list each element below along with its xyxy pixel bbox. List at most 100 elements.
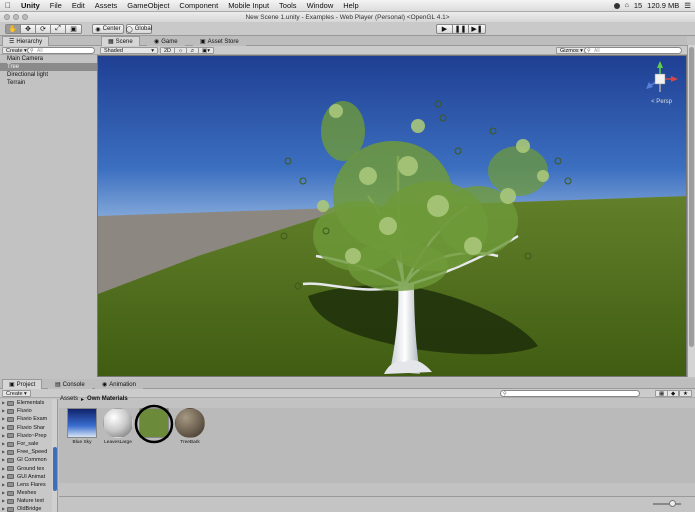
hierarchy-toolbar: Create ▾ ⚲ All <box>0 46 97 55</box>
breadcrumb-assets[interactable]: Assets <box>60 396 78 403</box>
menu-edit[interactable]: Edit <box>67 1 90 10</box>
rect-tool-button[interactable]: ▣ <box>66 25 81 33</box>
shading-mode-dropdown[interactable]: Shaded ▾ <box>100 47 158 54</box>
folder-item[interactable]: ▶ Fluvio Shar <box>0 424 57 432</box>
expand-arrow-icon[interactable]: ▶ <box>2 415 6 423</box>
hierarchy-create-label: Create <box>6 47 23 54</box>
hierarchy-item-tree[interactable]: Tree <box>0 63 97 71</box>
tree-scrollbar[interactable] <box>52 399 57 512</box>
expand-arrow-icon[interactable]: ▶ <box>2 440 6 448</box>
thumbnail-size-slider[interactable] <box>653 500 681 507</box>
hierarchy-item-directional-light[interactable]: Directional light <box>0 71 97 79</box>
apple-icon[interactable]:  <box>0 1 16 10</box>
asset-tree-bark[interactable]: TreeBark <box>173 408 207 445</box>
folder-item[interactable]: ▶ Fluvio~Prep <box>0 432 57 440</box>
expand-arrow-icon[interactable]: ▶ <box>2 448 6 456</box>
perspective-label[interactable]: < Persp <box>651 99 672 105</box>
step-button[interactable]: ▶❚ <box>469 25 485 33</box>
expand-arrow-icon[interactable]: ▶ <box>2 497 6 505</box>
pivot-label: Center <box>102 26 121 32</box>
folder-icon <box>7 408 14 414</box>
window-title: New Scene 1.unity - Examples - Web Playe… <box>245 13 450 21</box>
move-tool-button[interactable]: ✥ <box>21 25 36 33</box>
hierarchy-item-terrain[interactable]: Terrain <box>0 79 97 87</box>
project-search-input[interactable]: ⚲ <box>500 390 640 397</box>
expand-arrow-icon[interactable]: ▶ <box>2 473 6 481</box>
favorite-button[interactable]: ★ <box>679 390 692 397</box>
scene-viewport[interactable]: < Persp <box>97 55 687 377</box>
tab-scene[interactable]: ▦ Scene <box>101 36 140 46</box>
filter-label-button[interactable]: ◆ <box>667 390 680 397</box>
menu-window[interactable]: Window <box>302 1 339 10</box>
close-window-button[interactable] <box>4 14 10 20</box>
asset-blue-sky[interactable]: Blue Sky <box>65 408 99 445</box>
play-button[interactable]: ▶ <box>437 25 453 33</box>
expand-arrow-icon[interactable]: ▶ <box>2 489 6 497</box>
expand-arrow-icon[interactable]: ▶ <box>2 505 6 512</box>
expand-arrow-icon[interactable]: ▶ <box>2 399 6 407</box>
hierarchy-item-main-camera[interactable]: Main Camera <box>0 55 97 63</box>
pause-button[interactable]: ❚❚ <box>453 25 469 33</box>
gizmos-dropdown[interactable]: Gizmos ▾ <box>556 47 587 54</box>
scale-tool-button[interactable]: ⤢ <box>51 25 66 33</box>
tab-asset-store[interactable]: ▣ Asset Store <box>193 36 246 46</box>
slider-knob[interactable] <box>669 500 676 507</box>
expand-arrow-icon[interactable]: ▶ <box>2 456 6 464</box>
menu-mobile-input[interactable]: Mobile Input <box>223 1 274 10</box>
pivot-toggle-button[interactable]: ◉ Center <box>92 24 124 34</box>
tab-project[interactable]: ▣ Project <box>2 379 43 389</box>
expand-arrow-icon[interactable]: ▶ <box>2 424 6 432</box>
list-icon[interactable]: ☰ <box>684 1 691 10</box>
menu-gameobject[interactable]: GameObject <box>122 1 174 10</box>
speaker-icon: ♬ <box>190 47 196 54</box>
folder-item[interactable]: ▶ Fluvio <box>0 407 57 415</box>
wifi-icon[interactable]: ⌂ <box>625 2 629 9</box>
status-area: ⌂ 15 120.9 MB ☰ <box>613 1 695 10</box>
tab-game[interactable]: ◉ Game <box>147 36 185 46</box>
window-controls <box>4 14 28 20</box>
asset-leaves-large[interactable]: LeavesLarge <box>101 408 135 445</box>
menu-help[interactable]: Help <box>338 1 363 10</box>
menu-tools[interactable]: Tools <box>274 1 302 10</box>
space-toggle-button[interactable]: ◯ Global <box>126 24 152 34</box>
rotate-tool-button[interactable]: ⟳ <box>36 25 51 33</box>
folder-item[interactable]: ▶ Ground tex <box>0 465 57 473</box>
folder-item[interactable]: ▶ GI Common <box>0 456 57 464</box>
hierarchy-search-input[interactable]: ⚲ All <box>27 47 95 54</box>
project-create-button[interactable]: Create ▾ <box>2 390 31 397</box>
menu-file[interactable]: File <box>45 1 67 10</box>
scrollbar-thumb[interactable] <box>689 47 694 347</box>
folder-item[interactable]: ▶ Fluvio Exam <box>0 415 57 423</box>
folder-label: OldBridge <box>17 506 42 512</box>
scene-search-input[interactable]: ⚲ All <box>584 47 682 54</box>
folder-item[interactable]: ▶ GUI Animat <box>0 473 57 481</box>
expand-arrow-icon[interactable]: ▶ <box>2 481 6 489</box>
scene-scrollbar[interactable] <box>687 45 695 377</box>
folder-label: Meshes <box>17 490 37 497</box>
zoom-window-button[interactable] <box>22 14 28 20</box>
expand-arrow-icon[interactable]: ▶ <box>2 432 6 440</box>
tab-animation[interactable]: ◉ Animation <box>95 379 143 389</box>
folder-item[interactable]: ▶ Nature text <box>0 497 57 505</box>
folder-item[interactable]: ▶ OldBridge <box>0 505 57 512</box>
folder-item[interactable]: ▶ Free_Speed <box>0 448 57 456</box>
tab-console[interactable]: ▤ Console <box>48 379 92 389</box>
menu-component[interactable]: Component <box>174 1 223 10</box>
menu-assets[interactable]: Assets <box>90 1 123 10</box>
expand-arrow-icon[interactable]: ▶ <box>2 465 6 473</box>
mode-2d-toggle[interactable]: 2D <box>160 47 176 54</box>
expand-arrow-icon[interactable]: ▶ <box>2 407 6 415</box>
effects-dropdown[interactable]: ▣ ▾ <box>198 47 214 54</box>
menu-app[interactable]: Unity <box>16 1 45 10</box>
hand-tool-button[interactable]: ✋ <box>6 25 21 33</box>
breadcrumb-own-materials[interactable]: Own Materials <box>87 396 128 403</box>
folder-item[interactable]: ▶ Elementals <box>0 399 57 407</box>
memory-indicator[interactable]: 120.9 MB <box>647 1 679 10</box>
minimize-window-button[interactable] <box>13 14 19 20</box>
tree-scrollbar-thumb[interactable] <box>53 447 57 491</box>
record-icon[interactable] <box>613 2 620 9</box>
folder-item[interactable]: ▶ Meshes <box>0 489 57 497</box>
tab-hierarchy[interactable]: ☰ Hierarchy <box>2 36 50 46</box>
folder-item[interactable]: ▶ Lens Flares <box>0 481 57 489</box>
folder-item[interactable]: ▶ For_sale <box>0 440 57 448</box>
